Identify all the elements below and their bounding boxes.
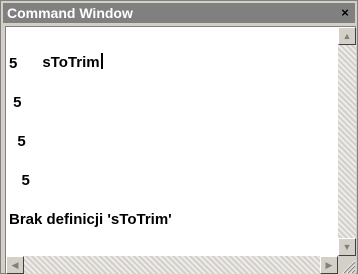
output-line: 5 bbox=[9, 172, 30, 189]
title-bar[interactable]: Command Window × bbox=[3, 3, 355, 23]
resize-grip-icon[interactable] bbox=[338, 256, 356, 274]
horizontal-scrollbar[interactable]: ◀ ▶ bbox=[6, 256, 338, 274]
console-input-line[interactable]: sToTrim bbox=[9, 35, 103, 90]
scroll-up-button[interactable]: ▲ bbox=[338, 27, 356, 45]
command-window: Command Window × sToTrim 5 5 5 5 Brak de… bbox=[0, 0, 358, 274]
scroll-right-button[interactable]: ▶ bbox=[320, 256, 338, 274]
output-line: 5 bbox=[9, 133, 26, 150]
text-caret bbox=[100, 53, 103, 69]
console-panel: sToTrim 5 5 5 5 Brak definicji 'sToTrim'… bbox=[5, 26, 356, 274]
close-icon[interactable]: × bbox=[337, 5, 353, 21]
scroll-down-button[interactable]: ▼ bbox=[338, 238, 356, 256]
window-title: Command Window bbox=[7, 5, 133, 21]
error-message-line: Brak definicji 'sToTrim' bbox=[9, 211, 172, 228]
command-text: sToTrim bbox=[42, 54, 100, 71]
output-line: 5 bbox=[9, 55, 18, 72]
output-line: 5 bbox=[9, 94, 22, 111]
vertical-scrollbar[interactable]: ▲ ▼ bbox=[338, 27, 356, 256]
scroll-left-button[interactable]: ◀ bbox=[6, 256, 24, 274]
console-text-area[interactable]: sToTrim 5 5 5 5 Brak definicji 'sToTrim' bbox=[6, 27, 334, 251]
